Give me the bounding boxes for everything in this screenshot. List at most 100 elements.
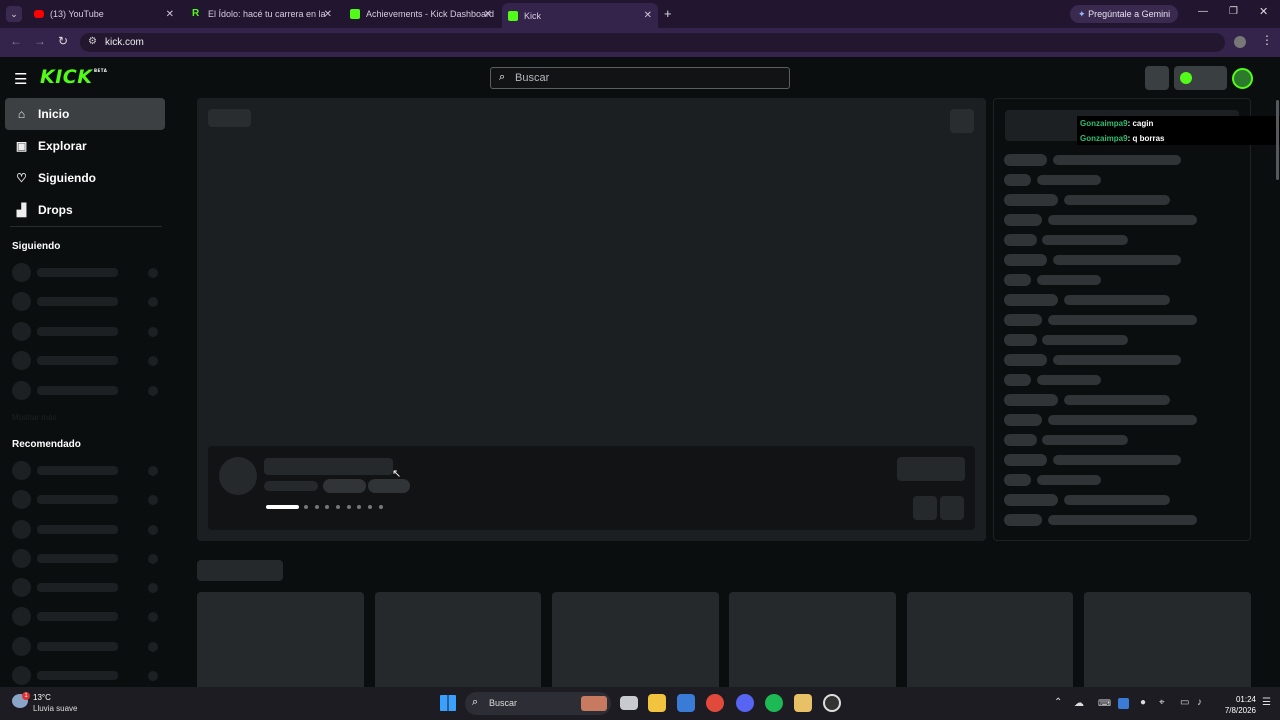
- chat-text-skeleton: [1037, 275, 1101, 285]
- viewer-dot-skeleton: [148, 327, 158, 337]
- profile-icon[interactable]: [1234, 36, 1246, 48]
- search-bar[interactable]: ⌕ Buscar: [490, 67, 790, 89]
- new-tab-button[interactable]: +: [664, 6, 672, 21]
- site-info-icon[interactable]: ⚙: [88, 36, 97, 47]
- carousel-next-skeleton[interactable]: [940, 496, 964, 520]
- carousel-dot[interactable]: [347, 505, 351, 509]
- stream-card-skeleton[interactable]: [552, 592, 719, 687]
- stream-card-skeleton[interactable]: [729, 592, 896, 687]
- carousel-dot[interactable]: [368, 505, 372, 509]
- weather-widget[interactable]: 1 13°C Lluvia suave: [12, 692, 92, 716]
- sidebar-item-explorar[interactable]: ▣ Explorar: [5, 130, 165, 162]
- stream-info-card[interactable]: [208, 446, 975, 530]
- hamburger-menu-icon[interactable]: ☰: [14, 70, 27, 88]
- tray-network-icon[interactable]: ⌖: [1159, 697, 1165, 708]
- carousel-dot[interactable]: [304, 505, 308, 509]
- carousel-label-skeleton: [208, 109, 251, 127]
- tray-app-icon[interactable]: [1118, 698, 1129, 709]
- close-tab-icon[interactable]: ✕: [484, 9, 492, 20]
- forward-icon[interactable]: →: [34, 34, 46, 48]
- chat-message: Gonzaimpa9: cagin: [1080, 116, 1280, 131]
- taskbar-search[interactable]: ⌕ Buscar: [465, 692, 611, 715]
- home-icon: ⌂: [17, 107, 26, 121]
- channel-name-skeleton: [37, 356, 118, 365]
- watch-button-skeleton[interactable]: [897, 457, 965, 481]
- tab-achievements[interactable]: Achievements - Kick Dashboard ✕: [344, 4, 498, 24]
- notification-icon[interactable]: ☰: [1262, 697, 1271, 708]
- close-tab-icon[interactable]: ✕: [166, 9, 174, 20]
- back-icon[interactable]: ←: [10, 34, 22, 48]
- tab-youtube[interactable]: (13) YouTube ✕: [28, 4, 180, 24]
- chat-username[interactable]: Gonzaimpa9: [1080, 134, 1128, 143]
- sidebar-item-siguiendo[interactable]: ♡ Siguiendo: [5, 162, 165, 194]
- search-icon: ⌕: [499, 71, 506, 83]
- mouse-cursor: ↖: [392, 468, 402, 480]
- kick-icon: [508, 10, 518, 21]
- carousel-action-skeleton[interactable]: [950, 109, 974, 133]
- tray-keyboard-icon[interactable]: ⌨: [1098, 698, 1111, 709]
- close-tab-icon[interactable]: ✕: [324, 9, 332, 20]
- task-view-icon[interactable]: [620, 696, 638, 710]
- chrome-icon[interactable]: [706, 694, 724, 712]
- store-icon[interactable]: [677, 694, 695, 712]
- stream-card-skeleton[interactable]: [375, 592, 541, 687]
- kick-coins-button[interactable]: [1174, 66, 1227, 90]
- obs-icon[interactable]: [823, 694, 841, 712]
- page-scrollbar[interactable]: [1276, 100, 1279, 180]
- channel-name-skeleton: [37, 554, 118, 563]
- header-skeleton-button[interactable]: [1145, 66, 1169, 90]
- featured-carousel[interactable]: ↖: [197, 98, 986, 541]
- stream-card-skeleton[interactable]: [197, 592, 364, 687]
- channel-avatar-skeleton: [12, 637, 31, 656]
- stream-title-skeleton: [264, 458, 393, 475]
- carousel-dot[interactable]: [379, 505, 383, 509]
- sidebar-item-inicio[interactable]: ⌂ Inicio: [5, 98, 165, 130]
- stream-tag-skeleton: [323, 479, 366, 493]
- url-text: kick.com: [105, 37, 144, 48]
- youtube-icon: [34, 10, 44, 18]
- carousel-prev-skeleton[interactable]: [913, 496, 937, 520]
- chat-text-skeleton: [1048, 415, 1197, 425]
- tray-overflow-icon[interactable]: ⌃: [1054, 697, 1062, 708]
- tray-mic-icon[interactable]: ●: [1140, 697, 1146, 708]
- reload-icon[interactable]: ↻: [58, 34, 68, 48]
- gemini-button[interactable]: ✦ Pregúntale a Gemini: [1070, 5, 1179, 23]
- discord-icon[interactable]: [736, 694, 754, 712]
- tab-kick[interactable]: Kick ✕: [502, 3, 658, 28]
- close-window-button[interactable]: ✕: [1259, 5, 1268, 18]
- spotify-icon[interactable]: [765, 694, 783, 712]
- show-more-link[interactable]: Mostrar más: [12, 413, 56, 422]
- tab-list-dropdown-button[interactable]: ⌄: [6, 6, 22, 22]
- user-avatar[interactable]: [1232, 68, 1253, 89]
- menu-dots-icon[interactable]: ⋮: [1261, 33, 1273, 47]
- tray-volume-icon[interactable]: ♪: [1197, 697, 1202, 708]
- tab-el-idolo[interactable]: R El Ídolo: hacé tu carrera en la Li ✕: [186, 4, 338, 24]
- chat-username[interactable]: Gonzaimpa9: [1080, 119, 1128, 128]
- close-tab-icon[interactable]: ✕: [644, 10, 652, 21]
- address-bar[interactable]: ⚙ kick.com: [80, 33, 1225, 52]
- app-icon[interactable]: [794, 694, 812, 712]
- restore-button[interactable]: ❐: [1229, 6, 1238, 17]
- windows-start-icon[interactable]: [440, 695, 456, 711]
- stream-card-skeleton[interactable]: [1084, 592, 1251, 687]
- sidebar-item-label: Drops: [38, 203, 73, 217]
- taskbar-clock[interactable]: 01:24 7/8/2026: [1212, 694, 1256, 716]
- minimize-button[interactable]: —: [1198, 6, 1208, 17]
- viewer-dot-skeleton: [148, 268, 158, 278]
- carousel-dot[interactable]: [336, 505, 340, 509]
- carousel-dot[interactable]: [325, 505, 329, 509]
- chat-text-skeleton: [1064, 295, 1170, 305]
- channel-name-skeleton: [37, 268, 118, 277]
- sidebar-item-drops[interactable]: ▟ Drops: [5, 194, 165, 226]
- carousel-dot[interactable]: [315, 505, 319, 509]
- carousel-dot[interactable]: [357, 505, 361, 509]
- tray-cloud-icon[interactable]: ☁: [1074, 698, 1084, 709]
- weather-desc: Lluvia suave: [33, 704, 78, 713]
- carousel-dot-active[interactable]: [266, 505, 299, 509]
- file-explorer-icon[interactable]: [648, 694, 666, 712]
- kick-logo[interactable]: KICK BETA: [40, 66, 107, 88]
- viewer-dot-skeleton: [148, 583, 158, 593]
- tray-display-icon[interactable]: ▭: [1180, 697, 1189, 708]
- stream-card-skeleton[interactable]: [907, 592, 1073, 687]
- chat-user-skeleton: [1004, 334, 1037, 346]
